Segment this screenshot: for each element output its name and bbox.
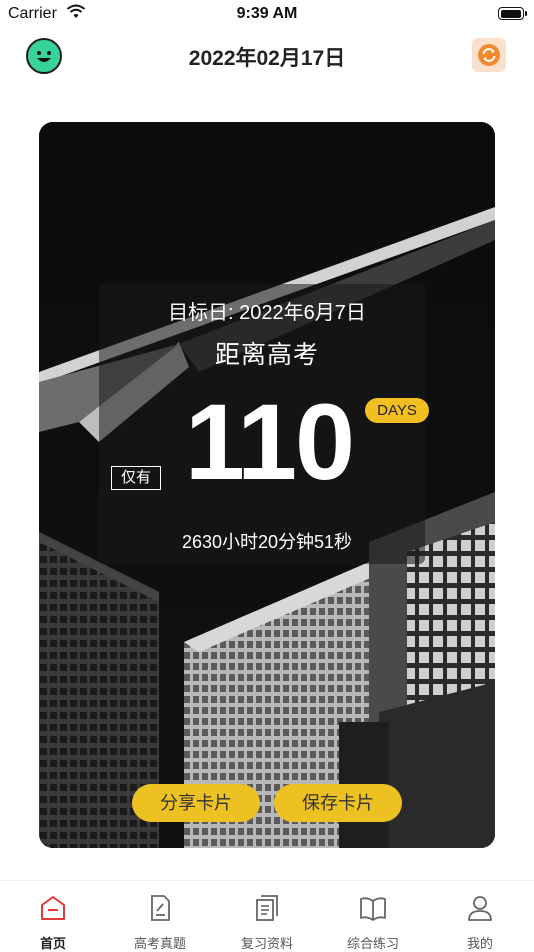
page-title: 2022年02月17日	[188, 47, 346, 70]
clock: 9:39 AM	[236, 5, 298, 22]
days-count: 110	[184, 381, 355, 502]
tab-home[interactable]: 首页	[8, 881, 98, 951]
save-card-button[interactable]: 保存卡片	[274, 784, 402, 822]
home-icon	[41, 896, 65, 920]
documents-icon	[256, 895, 278, 921]
status-bar: Carrier 9:39 AM	[0, 0, 534, 30]
countdown-subtitle: 距离高考	[214, 341, 319, 369]
share-card-button[interactable]: 分享卡片	[132, 784, 260, 822]
tab-bar: 首页 高考真题 复习资料 综合练习 我的	[0, 880, 534, 951]
target-date: 目标日: 2022年6月7日	[168, 302, 366, 324]
tab-practice[interactable]: 综合练习	[328, 881, 418, 951]
tab-practice-label: 综合练习	[346, 936, 399, 951]
only-label: 仅有	[111, 466, 161, 490]
refresh-icon	[478, 44, 500, 66]
tab-home-label: 首页	[39, 936, 66, 951]
app-header: 2022年02月17日	[0, 30, 534, 82]
tab-past-exams[interactable]: 高考真题	[115, 881, 205, 951]
tab-profile[interactable]: 我的	[435, 881, 525, 951]
tab-past-exams-label: 高考真题	[133, 936, 186, 951]
document-edit-icon	[151, 895, 170, 921]
book-icon	[360, 897, 386, 921]
battery-icon	[498, 7, 527, 20]
refresh-button[interactable]	[472, 38, 506, 72]
tab-review-materials-label: 复习资料	[240, 936, 293, 951]
user-icon	[468, 896, 492, 921]
tab-review-materials[interactable]: 复习资料	[222, 881, 312, 951]
tab-profile-label: 我的	[466, 936, 493, 951]
days-badge: DAYS	[365, 398, 429, 423]
remaining-time: 2630小时20分钟51秒	[181, 532, 353, 552]
countdown-card: 目标日: 2022年6月7日 距离高考 DAYS 110 仅有 2630小时20…	[39, 122, 495, 848]
